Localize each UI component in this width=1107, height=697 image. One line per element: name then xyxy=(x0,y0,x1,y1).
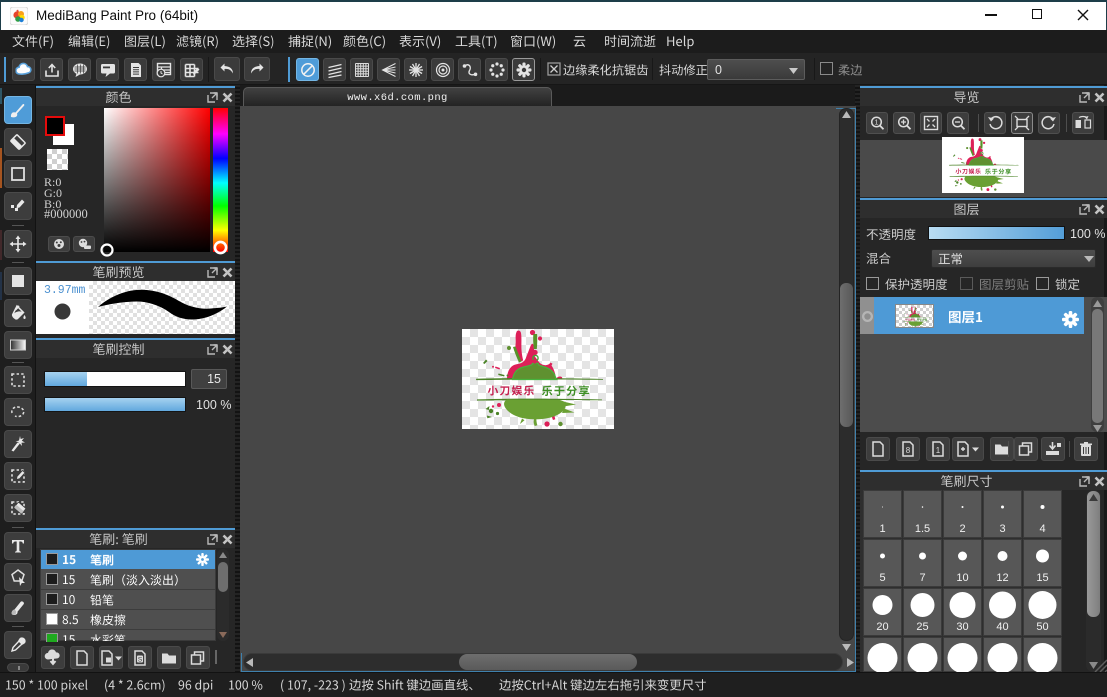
svg-text:8: 8 xyxy=(906,446,911,455)
svg-text:S: S xyxy=(138,656,143,663)
svg-text:1: 1 xyxy=(936,446,941,455)
svg-text:1: 1 xyxy=(875,120,879,127)
